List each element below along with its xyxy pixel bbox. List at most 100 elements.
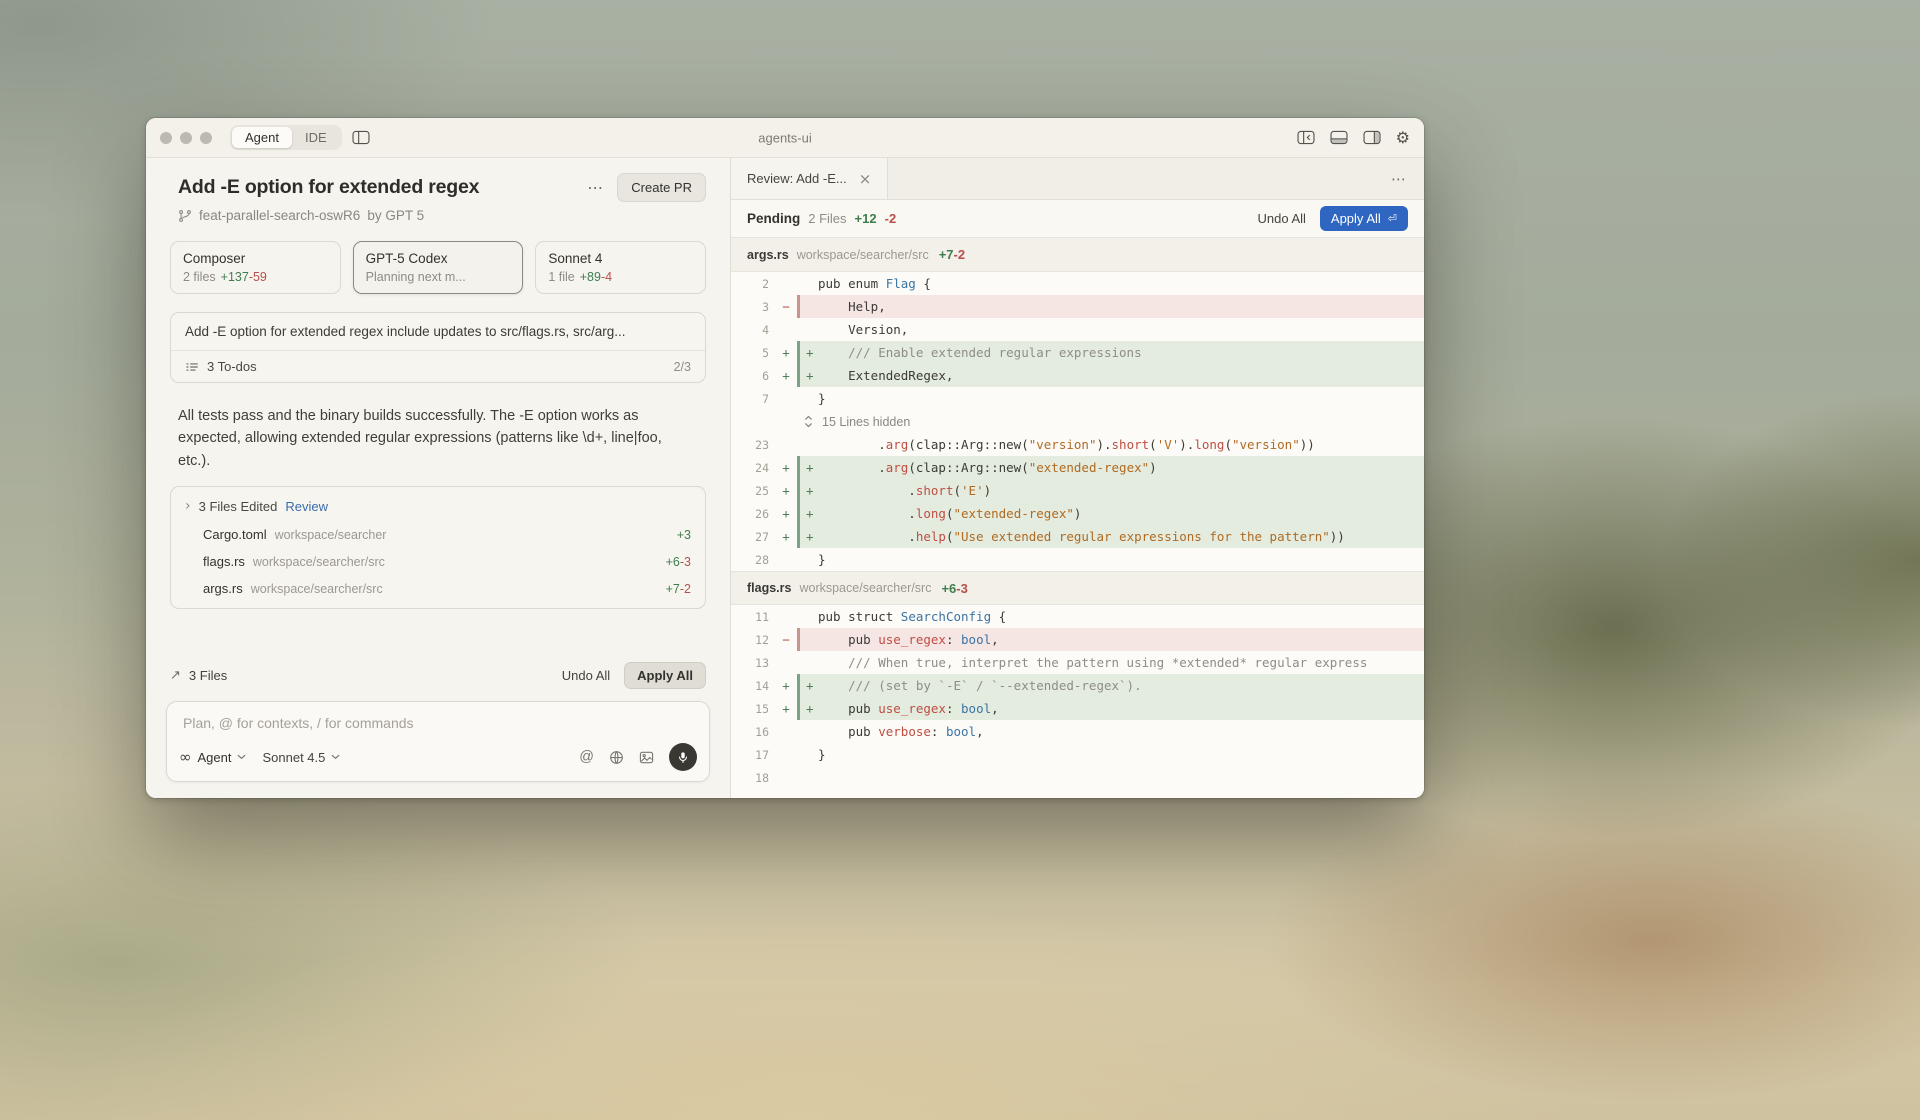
- model-card-gpt5-codex[interactable]: GPT-5 Codex Planning next m...: [353, 241, 524, 294]
- review-menu-button[interactable]: ⋯: [1373, 158, 1424, 199]
- diff-sections: args.rsworkspace/searcher/src+7-22pub en…: [731, 238, 1424, 798]
- diff-line: 12− pub use_regex: bool,: [731, 628, 1424, 651]
- mode-selector[interactable]: ∞ Agent: [179, 748, 246, 766]
- mention-at-icon[interactable]: @: [579, 749, 594, 765]
- file-diff-stats: +3: [677, 528, 691, 542]
- review-link[interactable]: Review: [285, 499, 328, 514]
- files-edited-toggle[interactable]: › 3 Files Edited Review: [171, 491, 705, 521]
- agent-panel: Add -E option for extended regex ⋯ Creat…: [146, 158, 731, 798]
- chevron-right-icon: ›: [185, 498, 191, 514]
- settings-gear-icon[interactable]: ⚙: [1396, 128, 1410, 147]
- tab-agent[interactable]: Agent: [232, 127, 292, 148]
- diff-line: 26++ .long("extended-regex"): [731, 502, 1424, 525]
- close-tab-icon[interactable]: ×: [859, 170, 872, 188]
- file-diff-stats: +6-3: [941, 581, 967, 596]
- chevron-down-icon: [331, 754, 340, 760]
- diff-line: 28}: [731, 548, 1424, 571]
- model-status: Planning next m...: [366, 270, 466, 284]
- pending-removed: -2: [885, 211, 897, 226]
- edited-file-row[interactable]: Cargo.toml workspace/searcher +3: [171, 521, 705, 548]
- window-controls: [160, 132, 212, 144]
- model-card-composer[interactable]: Composer 2 files +137-59: [170, 241, 341, 294]
- traffic-light-minimize[interactable]: [180, 132, 192, 144]
- model-cards: Composer 2 files +137-59 GPT-5 Codex Pla…: [146, 223, 730, 294]
- traffic-light-close[interactable]: [160, 132, 172, 144]
- file-diff-stats: +7-2: [939, 247, 965, 262]
- desktop-background: Agent IDE agents-ui ⚙: [0, 0, 1920, 1120]
- model-diff-stats: +89-4: [580, 270, 612, 284]
- sidebar-toggle-icon[interactable]: [352, 130, 370, 145]
- git-branch-icon: [178, 209, 192, 223]
- composer: ∞ Agent Sonnet 4.5 @: [166, 701, 710, 782]
- model-selector[interactable]: Sonnet 4.5: [262, 750, 340, 765]
- edited-file-row[interactable]: args.rs workspace/searcher/src +7-2: [171, 575, 705, 602]
- pending-added: +12: [855, 211, 877, 226]
- pending-header: Pending 2 Files +12 -2 Undo All Apply Al…: [731, 200, 1424, 238]
- todos-progress: 2/3: [674, 360, 691, 374]
- apply-all-button[interactable]: Apply All: [624, 662, 706, 689]
- diff-line: 24++ .arg(clap::Arg::new("extended-regex…: [731, 456, 1424, 479]
- image-icon[interactable]: [639, 750, 654, 765]
- hidden-lines-expander[interactable]: 15 Lines hidden: [731, 410, 1424, 433]
- task-text: Add -E option for extended regex include…: [171, 313, 705, 350]
- diff-file-header[interactable]: args.rsworkspace/searcher/src+7-2: [731, 238, 1424, 272]
- diff-line: 14++ /// (set by `-E` / `--extended-rege…: [731, 674, 1424, 697]
- microphone-button[interactable]: [669, 743, 697, 771]
- diff-line: 15++ pub use_regex: bool,: [731, 697, 1424, 720]
- model-name: Composer: [183, 251, 328, 266]
- model-card-sonnet-4[interactable]: Sonnet 4 1 file +89-4: [535, 241, 706, 294]
- diff-line: 17}: [731, 743, 1424, 766]
- composer-input[interactable]: [167, 702, 709, 735]
- arrow-up-right-icon: ↗: [170, 668, 181, 683]
- tab-review-title: Review: Add -E...: [747, 171, 847, 186]
- model-name: Sonnet 4: [548, 251, 693, 266]
- unfold-icon: [803, 415, 814, 428]
- mode-segmented-control: Agent IDE: [230, 125, 342, 150]
- diff-line: 3− Help,: [731, 295, 1424, 318]
- review-apply-all-button[interactable]: Apply All ⏎: [1320, 206, 1408, 231]
- branch-name: feat-parallel-search-oswR6: [199, 208, 360, 223]
- review-panel: Review: Add -E... × ⋯ Pending 2 Files +1…: [731, 158, 1424, 798]
- create-pr-button[interactable]: Create PR: [617, 173, 706, 202]
- diff-line: 7}: [731, 387, 1424, 410]
- undo-all-button[interactable]: Undo All: [562, 668, 610, 683]
- app-window: Agent IDE agents-ui ⚙: [146, 118, 1424, 798]
- todos-row[interactable]: 3 To-dos 2/3: [171, 350, 705, 382]
- chevron-down-icon: [237, 754, 246, 760]
- diff-line: 5++ /// Enable extended regular expressi…: [731, 341, 1424, 364]
- footer-files-label: 3 Files: [189, 668, 227, 683]
- edited-file-row[interactable]: flags.rs workspace/searcher/src +6-3: [171, 548, 705, 575]
- panel-left-collapse-icon[interactable]: [1297, 130, 1315, 145]
- apply-footer: ↗ 3 Files Undo All Apply All: [146, 655, 730, 695]
- model-files-count: 1 file: [548, 270, 574, 284]
- diff-line: 18: [731, 766, 1424, 789]
- review-tabbar: Review: Add -E... × ⋯: [731, 158, 1424, 200]
- files-edited-label: 3 Files Edited: [199, 499, 278, 514]
- panel-right-icon[interactable]: [1363, 130, 1381, 145]
- todo-list-icon: [185, 360, 199, 374]
- diff-line: 25++ .short('E'): [731, 479, 1424, 502]
- titlebar: Agent IDE agents-ui ⚙: [146, 118, 1424, 158]
- microphone-icon: [677, 751, 689, 764]
- tab-ide[interactable]: IDE: [292, 127, 340, 148]
- panel-bottom-icon[interactable]: [1330, 130, 1348, 145]
- diff-line: 27++ .help("Use extended regular express…: [731, 525, 1424, 548]
- diff-line: 11pub struct SearchConfig {: [731, 605, 1424, 628]
- thread-menu-button[interactable]: ⋯: [587, 178, 603, 197]
- agent-summary: All tests pass and the binary builds suc…: [170, 405, 706, 472]
- task-box[interactable]: Add -E option for extended regex include…: [170, 312, 706, 383]
- tab-review[interactable]: Review: Add -E... ×: [731, 158, 888, 199]
- diff-line: 6++ ExtendedRegex,: [731, 364, 1424, 387]
- infinity-icon: ∞: [179, 748, 192, 766]
- diff-line: 13 /// When true, interpret the pattern …: [731, 651, 1424, 674]
- review-undo-all-button[interactable]: Undo All: [1257, 211, 1305, 226]
- traffic-light-zoom[interactable]: [200, 132, 212, 144]
- diff-line: 2pub enum Flag {: [731, 272, 1424, 295]
- model-name: GPT-5 Codex: [366, 251, 511, 266]
- diff-file-header[interactable]: flags.rsworkspace/searcher/src+6-3: [731, 571, 1424, 605]
- pending-label: Pending: [747, 211, 800, 226]
- model-diff-stats: +137-59: [221, 270, 267, 284]
- globe-icon[interactable]: [609, 750, 624, 765]
- pending-files-count: 2 Files: [808, 211, 846, 226]
- files-edited-box: › 3 Files Edited Review Cargo.toml works…: [170, 486, 706, 609]
